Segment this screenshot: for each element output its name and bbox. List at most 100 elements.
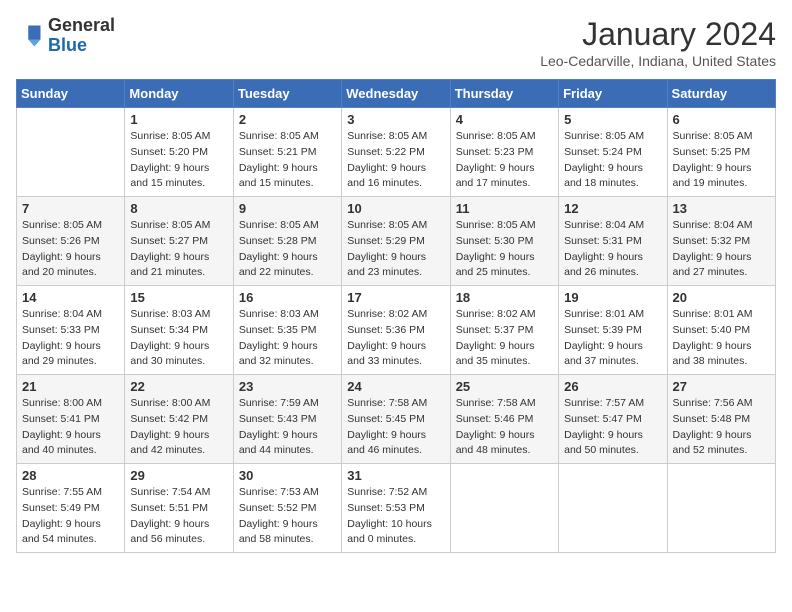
- week-row-0: 1 Sunrise: 8:05 AMSunset: 5:20 PMDaylight…: [17, 108, 776, 197]
- calendar-cell: 8Sunrise: 8:05 AMSunset: 5:27 PMDaylight…: [125, 197, 233, 286]
- day-info: Sunrise: 7:55 AMSunset: 5:49 PMDaylight:…: [22, 485, 119, 548]
- calendar-cell: 11 Sunrise: 8:05 AMSunset: 5:30 PMDayligh…: [450, 197, 558, 286]
- calendar-cell: 3 Sunrise: 8:05 AMSunset: 5:22 PMDaylight…: [342, 108, 450, 197]
- day-info: Sunrise: 8:05 AMSunset: 5:30 PMDaylight:…: [456, 218, 553, 281]
- calendar-cell: [559, 464, 667, 553]
- day-number: 5: [564, 112, 661, 127]
- day-info: Sunrise: 7:52 AMSunset: 5:53 PMDaylight:…: [347, 485, 444, 548]
- calendar-cell: 4 Sunrise: 8:05 AMSunset: 5:23 PMDaylight…: [450, 108, 558, 197]
- day-info: Sunrise: 8:01 AMSunset: 5:39 PMDaylight:…: [564, 307, 661, 370]
- header-day-sunday: Sunday: [17, 80, 125, 108]
- day-number: 26: [564, 379, 661, 394]
- day-info: Sunrise: 8:05 AMSunset: 5:25 PMDaylight:…: [673, 129, 770, 192]
- day-number: 17: [347, 290, 444, 305]
- day-info: Sunrise: 8:05 AMSunset: 5:21 PMDaylight:…: [239, 129, 336, 192]
- day-info: Sunrise: 8:01 AMSunset: 5:40 PMDaylight:…: [673, 307, 770, 370]
- day-info: Sunrise: 8:05 AMSunset: 5:29 PMDaylight:…: [347, 218, 444, 281]
- calendar-cell: 12 Sunrise: 8:04 AMSunset: 5:31 PMDayligh…: [559, 197, 667, 286]
- day-number: 19: [564, 290, 661, 305]
- day-number: 24: [347, 379, 444, 394]
- day-number: 23: [239, 379, 336, 394]
- calendar-cell: 23 Sunrise: 7:59 AMSunset: 5:43 PMDayligh…: [233, 375, 341, 464]
- week-row-3: 21 Sunrise: 8:00 AMSunset: 5:41 PMDayligh…: [17, 375, 776, 464]
- day-number: 11: [456, 201, 553, 216]
- calendar-cell: 26Sunrise: 7:57 AMSunset: 5:47 PMDayligh…: [559, 375, 667, 464]
- day-number: 7: [22, 201, 119, 216]
- calendar-cell: [17, 108, 125, 197]
- calendar-cell: 5 Sunrise: 8:05 AMSunset: 5:24 PMDaylight…: [559, 108, 667, 197]
- calendar-cell: 2 Sunrise: 8:05 AMSunset: 5:21 PMDaylight…: [233, 108, 341, 197]
- day-info: Sunrise: 7:58 AMSunset: 5:45 PMDaylight:…: [347, 396, 444, 459]
- day-number: 21: [22, 379, 119, 394]
- page-header: General Blue January 2024 Leo-Cedarville…: [16, 16, 776, 69]
- logo-line1: General: [48, 15, 115, 35]
- calendar-table: SundayMondayTuesdayWednesdayThursdayFrid…: [16, 79, 776, 553]
- header-day-friday: Friday: [559, 80, 667, 108]
- calendar-cell: 19 Sunrise: 8:01 AMSunset: 5:39 PMDayligh…: [559, 286, 667, 375]
- day-number: 15: [130, 290, 227, 305]
- day-number: 9: [239, 201, 336, 216]
- day-number: 3: [347, 112, 444, 127]
- calendar-cell: 9 Sunrise: 8:05 AMSunset: 5:28 PMDaylight…: [233, 197, 341, 286]
- logo-icon: [16, 22, 44, 50]
- day-info: Sunrise: 8:03 AMSunset: 5:34 PMDaylight:…: [130, 307, 227, 370]
- day-info: Sunrise: 7:54 AMSunset: 5:51 PMDaylight:…: [130, 485, 227, 548]
- calendar-cell: 7 Sunrise: 8:05 AMSunset: 5:26 PMDaylight…: [17, 197, 125, 286]
- title-block: January 2024 Leo-Cedarville, Indiana, Un…: [540, 16, 776, 69]
- day-info: Sunrise: 8:05 AMSunset: 5:27 PMDaylight:…: [130, 218, 227, 281]
- header-row: SundayMondayTuesdayWednesdayThursdayFrid…: [17, 80, 776, 108]
- day-number: 2: [239, 112, 336, 127]
- header-day-saturday: Saturday: [667, 80, 775, 108]
- calendar-cell: [667, 464, 775, 553]
- week-row-2: 14 Sunrise: 8:04 AMSunset: 5:33 PMDayligh…: [17, 286, 776, 375]
- day-number: 1: [130, 112, 227, 127]
- week-row-1: 7 Sunrise: 8:05 AMSunset: 5:26 PMDaylight…: [17, 197, 776, 286]
- day-number: 12: [564, 201, 661, 216]
- day-info: Sunrise: 8:00 AMSunset: 5:41 PMDaylight:…: [22, 396, 119, 459]
- calendar-cell: 30Sunrise: 7:53 AMSunset: 5:52 PMDayligh…: [233, 464, 341, 553]
- calendar-cell: 20 Sunrise: 8:01 AMSunset: 5:40 PMDayligh…: [667, 286, 775, 375]
- day-number: 18: [456, 290, 553, 305]
- day-info: Sunrise: 8:05 AMSunset: 5:20 PMDaylight:…: [130, 129, 227, 192]
- calendar-cell: 14 Sunrise: 8:04 AMSunset: 5:33 PMDayligh…: [17, 286, 125, 375]
- day-number: 14: [22, 290, 119, 305]
- calendar-cell: 31Sunrise: 7:52 AMSunset: 5:53 PMDayligh…: [342, 464, 450, 553]
- calendar-cell: 24 Sunrise: 7:58 AMSunset: 5:45 PMDayligh…: [342, 375, 450, 464]
- day-number: 27: [673, 379, 770, 394]
- calendar-cell: 22Sunrise: 8:00 AMSunset: 5:42 PMDayligh…: [125, 375, 233, 464]
- day-number: 10: [347, 201, 444, 216]
- day-number: 20: [673, 290, 770, 305]
- day-info: Sunrise: 7:56 AMSunset: 5:48 PMDaylight:…: [673, 396, 770, 459]
- calendar-body: 1 Sunrise: 8:05 AMSunset: 5:20 PMDaylight…: [17, 108, 776, 553]
- calendar-subtitle: Leo-Cedarville, Indiana, United States: [540, 53, 776, 69]
- day-info: Sunrise: 8:05 AMSunset: 5:22 PMDaylight:…: [347, 129, 444, 192]
- logo-line2: Blue: [48, 35, 87, 55]
- day-number: 28: [22, 468, 119, 483]
- day-number: 6: [673, 112, 770, 127]
- calendar-header: SundayMondayTuesdayWednesdayThursdayFrid…: [17, 80, 776, 108]
- day-info: Sunrise: 8:05 AMSunset: 5:23 PMDaylight:…: [456, 129, 553, 192]
- day-info: Sunrise: 7:59 AMSunset: 5:43 PMDaylight:…: [239, 396, 336, 459]
- calendar-cell: 25 Sunrise: 7:58 AMSunset: 5:46 PMDayligh…: [450, 375, 558, 464]
- day-number: 22: [130, 379, 227, 394]
- day-info: Sunrise: 8:05 AMSunset: 5:28 PMDaylight:…: [239, 218, 336, 281]
- day-number: 25: [456, 379, 553, 394]
- day-info: Sunrise: 8:05 AMSunset: 5:24 PMDaylight:…: [564, 129, 661, 192]
- day-number: 29: [130, 468, 227, 483]
- calendar-cell: 21 Sunrise: 8:00 AMSunset: 5:41 PMDayligh…: [17, 375, 125, 464]
- day-info: Sunrise: 8:05 AMSunset: 5:26 PMDaylight:…: [22, 218, 119, 281]
- week-row-4: 28 Sunrise: 7:55 AMSunset: 5:49 PMDayligh…: [17, 464, 776, 553]
- day-number: 4: [456, 112, 553, 127]
- day-number: 16: [239, 290, 336, 305]
- day-info: Sunrise: 8:04 AMSunset: 5:31 PMDaylight:…: [564, 218, 661, 281]
- calendar-title: January 2024: [540, 16, 776, 53]
- calendar-cell: 6 Sunrise: 8:05 AMSunset: 5:25 PMDaylight…: [667, 108, 775, 197]
- day-info: Sunrise: 7:58 AMSunset: 5:46 PMDaylight:…: [456, 396, 553, 459]
- day-number: 30: [239, 468, 336, 483]
- calendar-cell: 27 Sunrise: 7:56 AMSunset: 5:48 PMDayligh…: [667, 375, 775, 464]
- header-day-thursday: Thursday: [450, 80, 558, 108]
- calendar-cell: [450, 464, 558, 553]
- header-day-tuesday: Tuesday: [233, 80, 341, 108]
- day-info: Sunrise: 8:04 AMSunset: 5:33 PMDaylight:…: [22, 307, 119, 370]
- day-info: Sunrise: 8:02 AMSunset: 5:36 PMDaylight:…: [347, 307, 444, 370]
